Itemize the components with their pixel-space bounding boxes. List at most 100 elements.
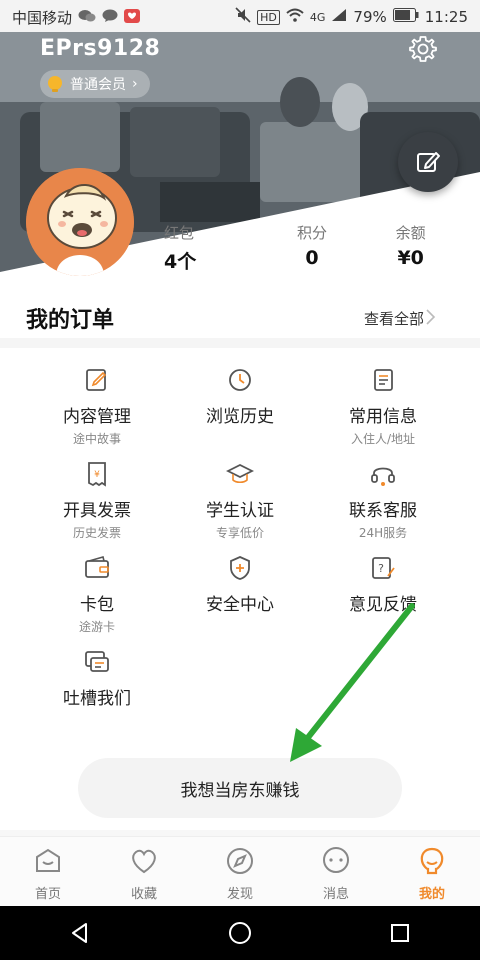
service-subtitle: 途游卡 — [78, 620, 115, 634]
carrier-label: 中国移动 — [12, 9, 73, 27]
info-book-icon — [374, 369, 393, 391]
service-title: 内容管理 — [63, 407, 131, 427]
battery-icon — [392, 8, 419, 26]
chat-bubble-icon — [102, 9, 118, 27]
service-invoice[interactable]: ¥ 开具发票 历史发票 — [25, 460, 169, 541]
member-level-label: 普通会员 — [70, 77, 126, 93]
service-title: 联系客服 — [349, 501, 417, 521]
nav-label: 我的 — [418, 887, 445, 902]
battery-percent: 79% — [353, 8, 387, 26]
service-security-center[interactable]: 安全中心 — [168, 554, 312, 615]
view-all-orders-link[interactable]: 查看全部 — [364, 308, 424, 329]
invoice-icon: ¥ — [88, 462, 106, 487]
edit-profile-button[interactable] — [398, 132, 458, 192]
stat-value: ¥0 — [397, 247, 424, 269]
recents-square-icon — [391, 924, 409, 942]
nav-favorites[interactable]: 收藏 — [96, 837, 192, 906]
wallet-icon — [85, 556, 109, 578]
home-system-button[interactable] — [220, 913, 260, 953]
service-title: 吐槽我们 — [63, 689, 131, 709]
member-level-button[interactable]: 普通会员 › — [40, 70, 150, 98]
service-browse-history[interactable]: 浏览历史 — [168, 366, 312, 427]
network-badge: 4G — [309, 10, 326, 24]
nav-label: 发现 — [226, 887, 253, 902]
service-common-info[interactable]: 常用信息 入住人/地址 — [311, 366, 455, 447]
compass-icon — [227, 848, 253, 874]
service-subtitle: 途中故事 — [72, 432, 121, 446]
service-customer-support[interactable]: 联系客服 24H服务 — [311, 460, 455, 541]
heart-icon — [132, 849, 156, 874]
chevron-right-icon — [426, 309, 436, 325]
service-subtitle: 24H服务 — [358, 526, 408, 540]
service-title: 意见反馈 — [349, 595, 417, 615]
nav-profile[interactable]: 我的 — [384, 837, 480, 906]
nav-discover[interactable]: 发现 — [192, 837, 288, 906]
nav-messages[interactable]: 消息 — [288, 837, 384, 906]
gear-icon — [409, 36, 437, 62]
section-divider — [0, 338, 480, 348]
stat-label: 红包 — [164, 224, 195, 242]
service-wallet[interactable]: 卡包 途游卡 — [25, 554, 169, 635]
app-badge-icon — [124, 8, 141, 27]
status-bar: 中国移动 HD 4G 79% 11:25 — [0, 0, 480, 32]
android-navigation-bar — [0, 906, 480, 960]
cartoon-avatar-icon — [26, 168, 134, 276]
lightbulb-icon — [48, 76, 62, 92]
content-manage-icon — [86, 369, 107, 391]
profile-icon — [420, 847, 444, 875]
wechat-icon — [78, 9, 96, 27]
stat-red-packet[interactable]: 红包 4个 — [150, 222, 263, 278]
stat-value: 4个 — [164, 251, 197, 273]
wifi-icon — [286, 8, 304, 26]
nav-label: 收藏 — [130, 887, 157, 902]
service-complaint[interactable]: 吐槽我们 — [25, 648, 169, 709]
account-stats: 红包 4个 积分 0 余额 ¥0 — [150, 222, 460, 278]
service-content-manage[interactable]: 内容管理 途中故事 — [25, 366, 169, 447]
back-button[interactable] — [60, 913, 100, 953]
svg-text:¥: ¥ — [94, 470, 100, 480]
stat-points[interactable]: 积分 0 — [263, 222, 362, 278]
avatar[interactable] — [26, 168, 134, 276]
nav-home[interactable]: 首页 — [0, 837, 96, 906]
orders-section-header: 我的订单 查看全部 — [0, 296, 480, 338]
chevron-right-icon: › — [132, 76, 138, 92]
stat-value: 0 — [305, 247, 319, 269]
home-icon — [36, 848, 60, 872]
signal-icon — [331, 8, 347, 26]
become-landlord-button[interactable]: 我想当房东赚钱 — [78, 758, 402, 818]
svg-text:?: ? — [378, 562, 384, 575]
mute-icon — [235, 7, 251, 27]
service-title: 卡包 — [80, 595, 114, 615]
back-triangle-icon — [72, 923, 87, 943]
service-title: 安全中心 — [206, 595, 274, 615]
service-title: 学生认证 — [206, 501, 274, 521]
chat-complaint-icon — [85, 651, 109, 672]
service-feedback[interactable]: ? 意见反馈 — [311, 554, 455, 615]
service-subtitle: 历史发票 — [72, 526, 121, 540]
nav-label: 首页 — [34, 887, 61, 902]
feedback-icon: ? — [372, 557, 395, 579]
clock-time: 11:25 — [424, 8, 468, 26]
recents-button[interactable] — [380, 913, 420, 953]
service-title: 浏览历史 — [206, 407, 274, 427]
orders-title: 我的订单 — [26, 308, 115, 333]
service-title: 开具发票 — [63, 501, 131, 521]
nav-label: 消息 — [322, 887, 349, 902]
clock-icon — [229, 369, 251, 391]
service-title: 常用信息 — [349, 407, 417, 427]
home-circle-icon — [229, 922, 251, 944]
stat-balance[interactable]: 余额 ¥0 — [361, 222, 460, 278]
bottom-navigation: 首页 收藏 发现 消息 我的 — [0, 836, 480, 906]
stat-label: 余额 — [395, 224, 426, 242]
edit-pencil-icon — [417, 152, 440, 172]
graduation-cap-icon — [226, 463, 254, 484]
shield-plus-icon — [230, 556, 250, 580]
message-icon — [323, 847, 349, 873]
username: EPrs9128 — [40, 36, 161, 61]
settings-button[interactable] — [408, 34, 438, 64]
service-subtitle: 专享低价 — [215, 526, 264, 540]
service-student-verify[interactable]: 学生认证 专享低价 — [168, 460, 312, 541]
headset-icon — [371, 467, 395, 486]
stat-label: 积分 — [297, 224, 328, 242]
service-subtitle: 入住人/地址 — [350, 432, 416, 446]
